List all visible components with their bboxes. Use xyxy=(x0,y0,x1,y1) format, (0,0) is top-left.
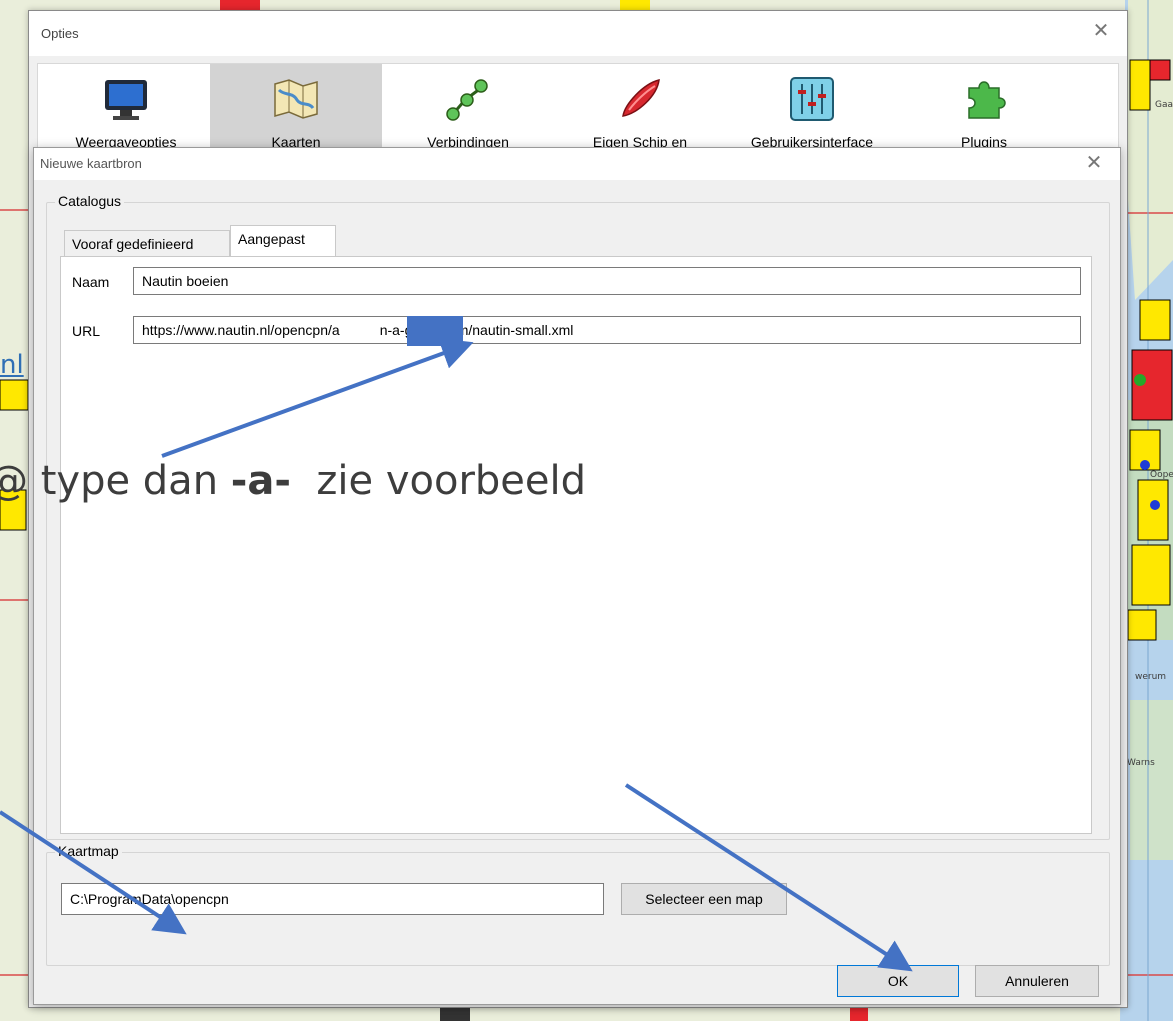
map-label-werum: werum xyxy=(1135,672,1167,682)
dialog-titlebar: Nieuwe kaartbron ✕ xyxy=(34,148,1120,180)
folder-path-input[interactable]: C:\ProgramData\opencpn xyxy=(61,883,604,915)
toolbar-item-charts[interactable]: Kaarten xyxy=(210,64,382,152)
options-titlebar: Opties ✕ xyxy=(29,11,1127,56)
name-input-value: Nautin boeien xyxy=(142,273,229,289)
connections-icon xyxy=(446,79,488,121)
map-label-gaa: Gaa xyxy=(1155,100,1173,110)
instruction-prefix: @ type dan xyxy=(0,458,231,504)
name-input[interactable]: Nautin boeien xyxy=(133,267,1081,295)
url-label: URL xyxy=(72,323,101,339)
redaction-box xyxy=(407,316,463,346)
options-title: Opties xyxy=(41,26,79,41)
puzzle-icon xyxy=(968,81,1006,119)
instruction-emphasis: -a- xyxy=(230,458,291,504)
url-input[interactable]: https://www.nautin.nl/opencpn/a n-a-gmail… xyxy=(133,316,1081,344)
options-toolbar: Weergaveopties Kaarten Verbindingen Eige… xyxy=(37,63,1119,153)
instruction-suffix: zie voorbeeld xyxy=(290,458,587,504)
dialog-close-icon[interactable]: ✕ xyxy=(1082,151,1106,175)
select-folder-button[interactable]: Selecteer een map xyxy=(621,883,787,915)
options-close-icon[interactable]: ✕ xyxy=(1089,19,1113,43)
toolbar-item-ui[interactable]: Gebruikersinterface xyxy=(726,64,898,152)
sliders-icon xyxy=(790,77,834,121)
toolbar-item-plugins[interactable]: Plugins xyxy=(898,64,1070,152)
name-label: Naam xyxy=(72,274,110,290)
map-label-ooper: Ooper xyxy=(1150,470,1173,480)
cancel-button[interactable]: Annuleren xyxy=(975,965,1099,997)
tab-predefined[interactable]: Vooraf gedefinieerd xyxy=(64,230,230,256)
instruction-annotation: @ type dan -a- zie voorbeeld xyxy=(0,458,586,504)
custom-tab-panel: Naam Nautin boeien URL https://www.nauti… xyxy=(60,256,1092,834)
boat-icon xyxy=(622,79,660,117)
toolbar-item-display[interactable]: Weergaveopties xyxy=(40,64,212,152)
tab-predefined-label: Vooraf gedefinieerd xyxy=(72,236,194,252)
ok-button[interactable]: OK xyxy=(837,965,959,997)
monitor-icon xyxy=(105,80,147,120)
tab-custom[interactable]: Aangepast xyxy=(230,225,336,256)
map-label-warns: Warns xyxy=(1127,758,1155,768)
folder-path-value: C:\ProgramData\opencpn xyxy=(70,891,229,907)
catalog-group-label: Catalogus xyxy=(55,193,125,209)
url-input-value-start: https://www.nautin.nl/opencpn/a xyxy=(142,322,340,338)
toolbar-item-ownship[interactable]: Eigen Schip en xyxy=(554,64,726,152)
toolbar-item-connections[interactable]: Verbindingen xyxy=(382,64,554,152)
map-icon xyxy=(274,79,318,119)
new-chart-source-dialog: Nieuwe kaartbron ✕ Catalogus Vooraf gede… xyxy=(33,147,1121,1005)
link-fragment[interactable]: nl xyxy=(0,350,24,380)
dialog-title: Nieuwe kaartbron xyxy=(40,156,142,171)
folder-group-label: Kaartmap xyxy=(55,843,122,859)
tab-custom-label: Aangepast xyxy=(238,231,305,247)
